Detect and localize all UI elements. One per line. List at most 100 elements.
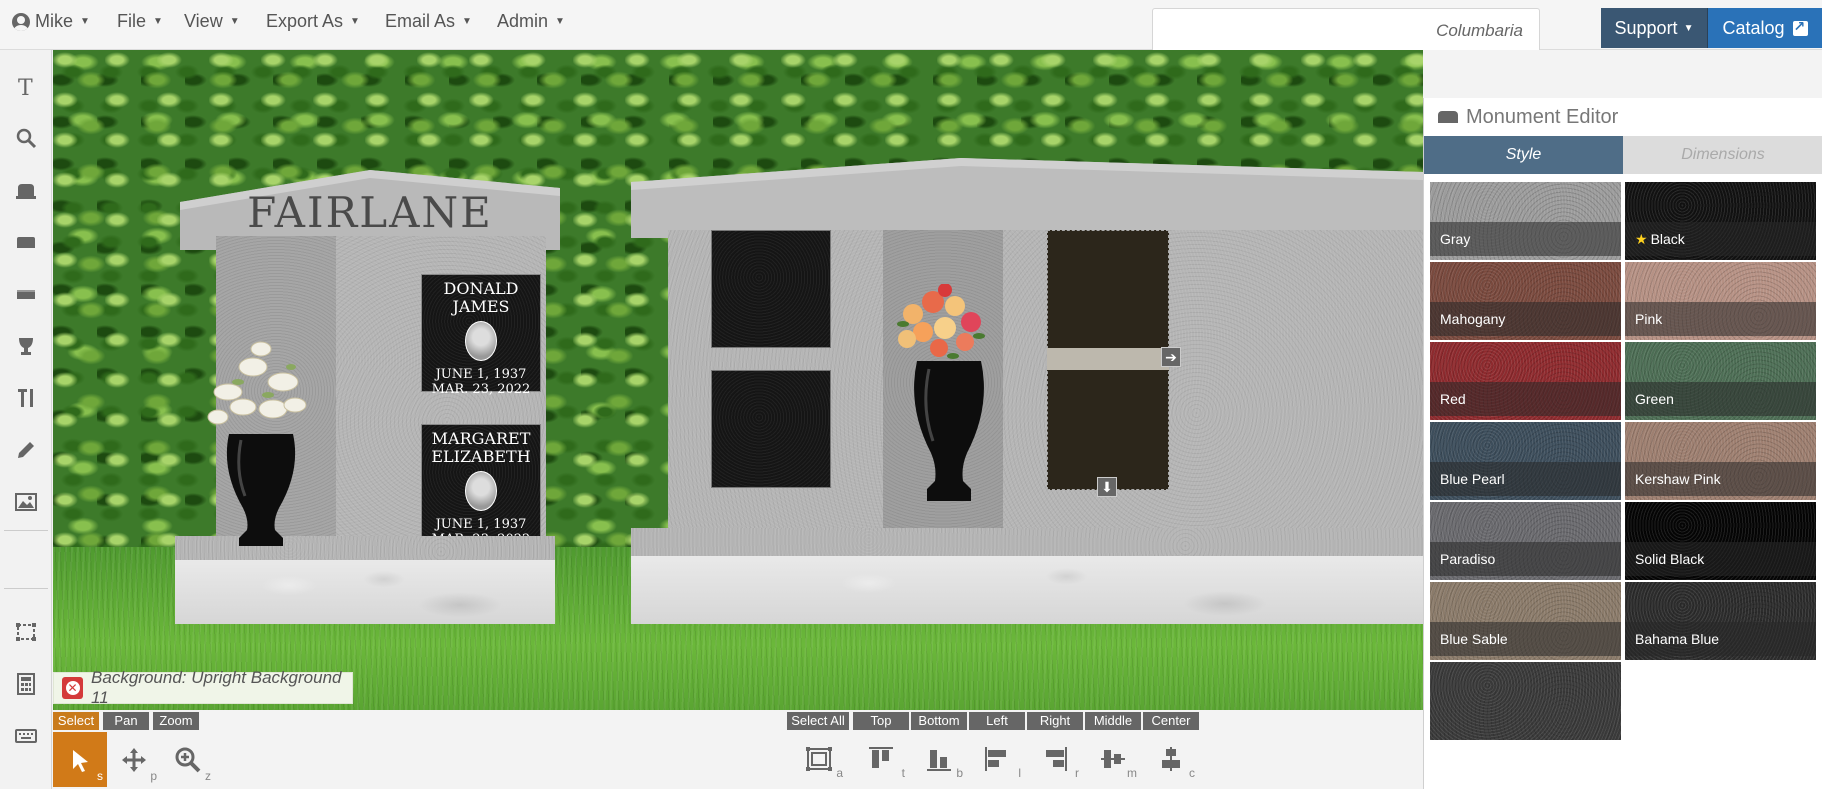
align-center-icon: [1162, 747, 1180, 771]
align-top-tab[interactable]: Top: [853, 712, 909, 730]
image-tool-button[interactable]: [0, 482, 52, 522]
lily-bouquet[interactable]: [203, 337, 313, 437]
base-icon: [17, 290, 35, 299]
tools-tool-button[interactable]: [0, 378, 52, 418]
granite-swatch[interactable]: ★ Black: [1625, 182, 1816, 260]
align-right-icon: [1046, 747, 1067, 771]
admin-menu[interactable]: Admin ▼: [497, 11, 565, 32]
align-right-button[interactable]: r: [1027, 734, 1083, 784]
caret-down-icon: ▼: [462, 16, 472, 27]
align-bottom-tab[interactable]: Bottom: [911, 712, 967, 730]
pencil-tool-button[interactable]: [0, 430, 52, 470]
zoom-mode-button[interactable]: z: [161, 732, 215, 787]
email-as-menu[interactable]: Email As ▼: [385, 11, 472, 32]
granite-swatch[interactable]: Blue Sable: [1430, 582, 1621, 660]
view-menu[interactable]: View ▼: [184, 11, 240, 32]
file-menu[interactable]: File ▼: [117, 11, 163, 32]
catalog-button[interactable]: Catalog: [1708, 8, 1822, 48]
family-name-text[interactable]: FAIRLANE: [180, 188, 560, 237]
catalog-button-label: Catalog: [1722, 17, 1785, 38]
user-icon: [12, 12, 30, 31]
external-link-icon: [1792, 18, 1808, 36]
align-center-tab[interactable]: Center: [1143, 712, 1199, 730]
export-as-menu-label: Export As: [266, 11, 344, 31]
keyboard-tool-button[interactable]: [0, 716, 52, 756]
background-label-text: Background: Upright Background 11: [91, 668, 342, 707]
granite-swatch[interactable]: Gray: [1430, 182, 1621, 260]
granite-swatch[interactable]: Paradiso: [1430, 502, 1621, 580]
columbarium-cap[interactable]: [631, 158, 1423, 238]
select-all-button[interactable]: a: [791, 734, 847, 784]
align-left-tab[interactable]: Left: [969, 712, 1025, 730]
monument-tool-button[interactable]: [0, 170, 52, 210]
granite-swatch[interactable]: Red: [1430, 342, 1621, 420]
text-tool-button[interactable]: T: [0, 66, 52, 106]
resize-icon: [16, 623, 36, 641]
rose-bouquet[interactable]: [893, 284, 985, 364]
align-top-icon: [869, 747, 893, 768]
arrow-right-icon[interactable]: ➔: [1161, 347, 1181, 367]
export-as-menu[interactable]: Export As ▼: [266, 11, 360, 32]
swatch-label: Kershaw Pink: [1625, 462, 1816, 496]
fairlane-rough-base[interactable]: [175, 560, 555, 624]
granite-swatch[interactable]: Kershaw Pink: [1625, 422, 1816, 500]
shortcut-key: p: [150, 769, 157, 783]
granite-swatch[interactable]: [1430, 662, 1621, 740]
plaque-birth-date: JUNE 1, 1937: [435, 367, 527, 382]
select-all-tab[interactable]: Select All: [787, 712, 849, 730]
granite-swatch[interactable]: Blue Pearl: [1430, 422, 1621, 500]
toolbar-divider: [4, 588, 48, 589]
calculator-tool-button[interactable]: [0, 664, 52, 704]
user-menu[interactable]: Mike ▼: [12, 11, 90, 32]
remove-background-button[interactable]: ✕: [62, 677, 84, 699]
memorial-plaque-margaret[interactable]: MARGARET ELIZABETH JUNE 1, 1937 MAR. 23,…: [421, 424, 541, 547]
swatch-label: Blue Sable: [1430, 622, 1621, 656]
niche-front[interactable]: [711, 370, 831, 488]
align-center-button[interactable]: c: [1143, 734, 1199, 784]
vase-tool-button[interactable]: [0, 326, 52, 366]
arrow-down-icon[interactable]: ⬇: [1097, 477, 1117, 497]
catalog-search-input[interactable]: Columbaria: [1152, 8, 1540, 50]
granite-swatch[interactable]: Mahogany: [1430, 262, 1621, 340]
tab-style[interactable]: Style: [1424, 136, 1623, 174]
support-button[interactable]: Support ▼: [1601, 8, 1708, 48]
align-left-button[interactable]: l: [969, 734, 1025, 784]
black-vase[interactable]: [221, 430, 301, 548]
design-canvas[interactable]: FAIRLANE DONALD JAMES JUNE 1, 1937 MAR. …: [53, 50, 1423, 710]
granite-swatch[interactable]: Pink: [1625, 262, 1816, 340]
granite-swatch[interactable]: Solid Black: [1625, 502, 1816, 580]
align-middle-tab[interactable]: Middle: [1085, 712, 1141, 730]
align-right-tab[interactable]: Right: [1027, 712, 1083, 730]
pan-mode-button[interactable]: p: [107, 732, 161, 787]
tablet-tool-button[interactable]: [0, 222, 52, 262]
shortcut-key: r: [1075, 766, 1079, 780]
granite-swatch[interactable]: Bahama Blue: [1625, 582, 1816, 660]
zoom-mode-tab[interactable]: Zoom: [153, 712, 199, 730]
select-mode-button[interactable]: s: [53, 732, 107, 787]
tab-dimensions[interactable]: Dimensions: [1623, 136, 1822, 174]
portrait-photo: [465, 471, 497, 511]
swatch-name: Paradiso: [1440, 551, 1496, 567]
align-middle-button[interactable]: m: [1085, 734, 1141, 784]
swatch-label: Mahogany: [1430, 302, 1621, 336]
caret-down-icon: ▼: [80, 16, 90, 27]
select-mode-tab[interactable]: Select: [53, 712, 99, 730]
swatch-name: Mahogany: [1440, 311, 1506, 327]
pan-mode-tab[interactable]: Pan: [103, 712, 149, 730]
swatch-label: Solid Black: [1625, 542, 1816, 576]
columbarium-rough-base[interactable]: [631, 556, 1423, 624]
memorial-plaque-donald[interactable]: DONALD JAMES JUNE 1, 1937 MAR. 23, 2022: [421, 274, 541, 397]
base-tool-button[interactable]: [0, 274, 52, 314]
align-bottom-button[interactable]: b: [911, 734, 967, 784]
plaque-first-name: MARGARET: [431, 429, 531, 448]
resize-tool-button[interactable]: [0, 612, 52, 652]
swatch-label: Pink: [1625, 302, 1816, 336]
swatch-name: Bahama Blue: [1635, 631, 1720, 647]
search-tool-button[interactable]: [0, 118, 52, 158]
black-vase[interactable]: [909, 357, 989, 503]
granite-swatch[interactable]: Green: [1625, 342, 1816, 420]
swatch-label: Green: [1625, 382, 1816, 416]
align-top-button[interactable]: t: [853, 734, 909, 784]
niche-front[interactable]: [711, 230, 831, 348]
swatch-label: Blue Pearl: [1430, 462, 1621, 496]
